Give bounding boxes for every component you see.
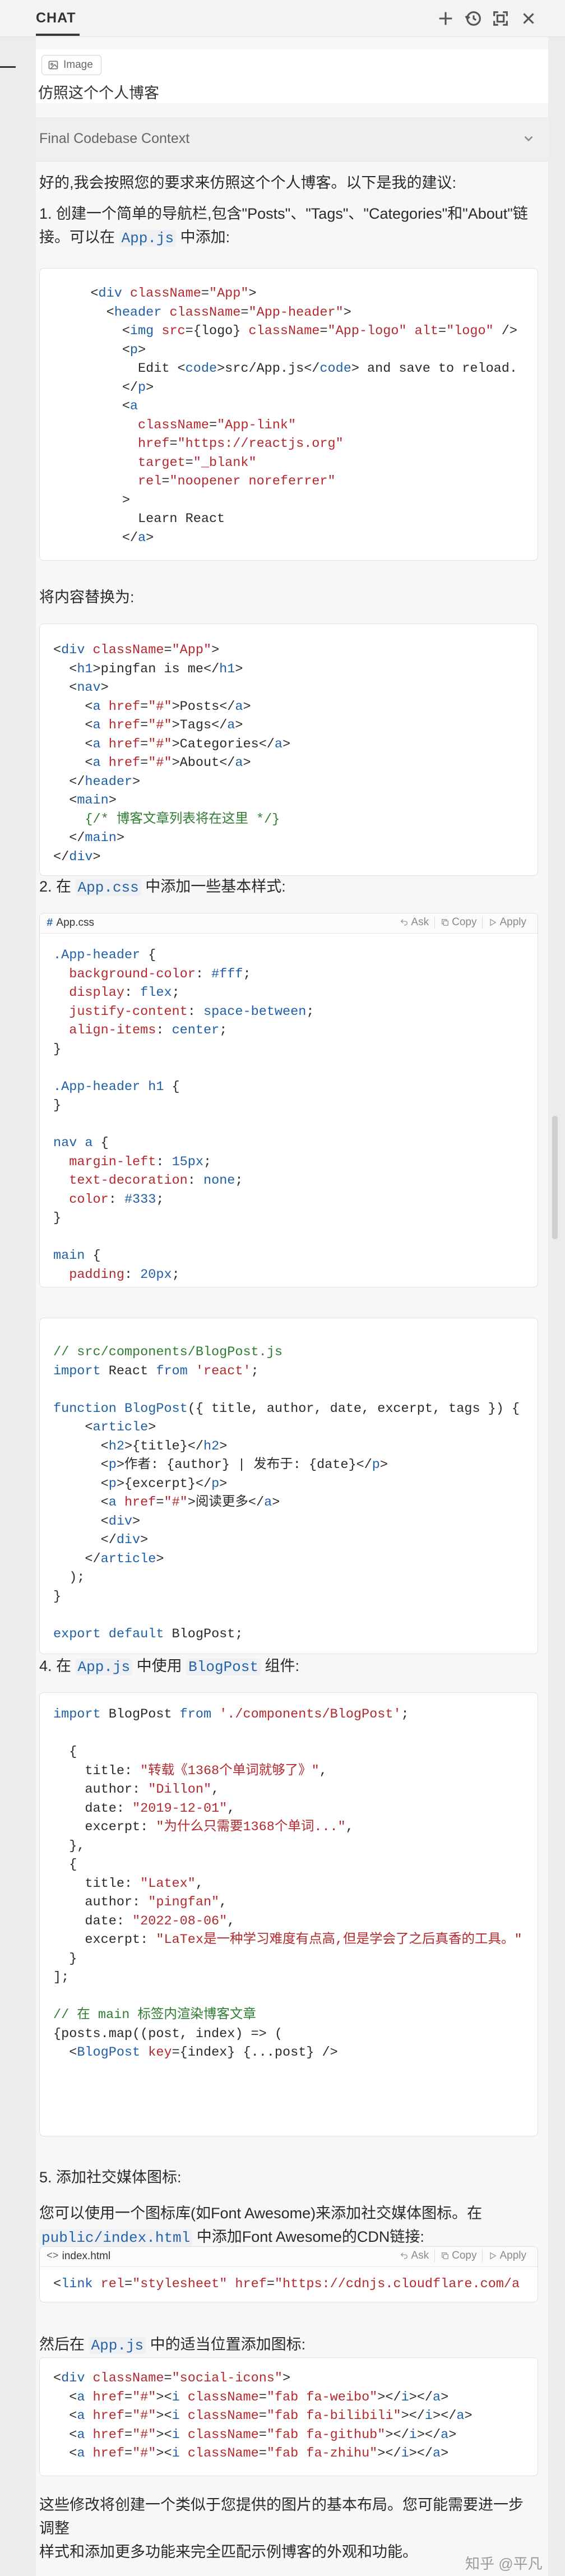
close-icon[interactable] [519, 9, 538, 28]
step2-text: 2. 在 App.css 中添加一些基本样式: [39, 878, 286, 896]
code-block-social-icons: <div className="social-icons"> <a href="… [39, 2357, 538, 2476]
outro-text: 这些修改将创建一个类似于您提供的图片的基本布局。您可能需要进一步调整 样式和添加… [39, 2493, 532, 2564]
code-block-posts: import BlogPost from './components/BlogP… [39, 1692, 538, 2136]
then-text: 然后在 App.js 中的适当位置添加图标: [39, 2336, 306, 2354]
plus-icon[interactable] [436, 9, 455, 28]
watermark: 知乎 @平凡 [465, 2555, 543, 2572]
step1-line1: 1. 创建一个简单的导航栏,包含"Posts"、"Tags"、"Categori… [39, 205, 528, 222]
scrollbar-thumb[interactable] [552, 1116, 558, 1239]
chevron-down-icon[interactable] [521, 131, 536, 146]
copy-button[interactable]: Copy [434, 2250, 482, 2262]
replace-text: 将内容替换为: [39, 589, 135, 606]
left-rail [0, 37, 36, 2576]
code-block-index-html: <> index.html Ask Copy Apply <link rel="s… [39, 2246, 538, 2302]
step5-desc-line1: 您可以使用一个图标库(如Font Awesome)来添加社交媒体图标。在 [39, 2205, 483, 2222]
right-rail [548, 37, 565, 2576]
code-actions: Ask Copy Apply [394, 916, 532, 929]
step5-text: 5. 添加社交媒体图标: [39, 2169, 182, 2186]
ask-button[interactable]: Ask [394, 2250, 434, 2262]
tab-active-indicator [36, 34, 80, 36]
file-name: # App.css [47, 917, 94, 929]
context-label: Final Codebase Context [39, 131, 190, 146]
copy-button[interactable]: Copy [434, 916, 482, 929]
ask-button[interactable]: Ask [394, 916, 434, 929]
outro-line1: 这些修改将创建一个类似于您提供的图片的基本布局。您可能需要进一步调整 [39, 2496, 524, 2537]
step5-desc: 您可以使用一个图标库(如Font Awesome)来添加社交媒体图标。在 pub… [39, 2201, 532, 2250]
expand-icon[interactable] [491, 9, 510, 28]
image-icon [48, 61, 58, 70]
code-block-blogpost-js: // src/components/BlogPost.js import Rea… [39, 1318, 538, 1654]
code-block-app-js-original: <div className="App"> <header className=… [39, 268, 538, 561]
outro-line2: 样式和添加更多功能来完全匹配示例博客的外观和功能。 [39, 2543, 418, 2560]
intro-text: 好的,我会按照您的要求来仿照这个个人博客。以下是我的建议: [39, 174, 457, 191]
step1-text: 1. 创建一个简单的导航栏,包含"Posts"、"Tags"、"Categori… [39, 202, 532, 250]
code-actions: Ask Copy Apply [394, 2250, 532, 2262]
editor-indicator [0, 66, 16, 68]
code-block-header: <> index.html Ask Copy Apply [40, 2247, 538, 2267]
image-attachment[interactable]: Image [41, 55, 101, 75]
apply-button[interactable]: Apply [482, 2250, 532, 2262]
code-block-app-js-replacement: <div className="App"> <h1>pingfan is me<… [39, 624, 538, 876]
history-icon[interactable] [464, 9, 483, 28]
step1-line2: 接。可以在 App.js 中添加: [39, 229, 230, 247]
tab-chat[interactable]: CHAT [36, 10, 76, 26]
attachment-label: Image [63, 59, 93, 71]
code-block-header: # App.css Ask Copy Apply [40, 913, 538, 934]
file-name: <> index.html [47, 2250, 111, 2262]
apply-button[interactable]: Apply [482, 916, 532, 929]
code-block-app-css: # App.css Ask Copy Apply .App-header { ba… [39, 913, 538, 1287]
user-message-text: 仿照这个个人博客 [38, 85, 159, 101]
step4-text: 4. 在 App.js 中使用 BlogPost 组件: [39, 1658, 300, 1675]
